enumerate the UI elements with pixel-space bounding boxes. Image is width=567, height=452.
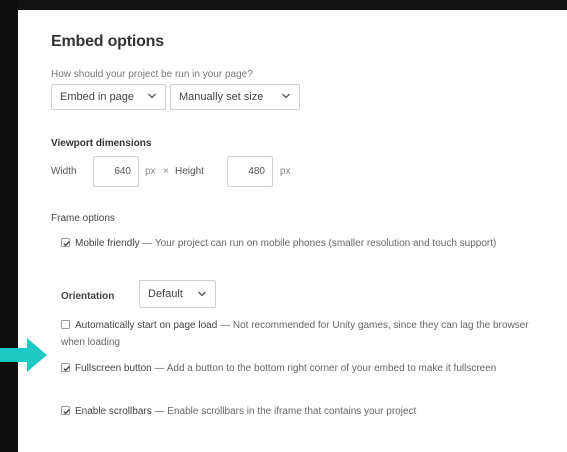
scrollbars-description: — Enable scrollbars in the iframe that c… — [151, 406, 417, 417]
width-input[interactable]: 640 — [93, 156, 139, 187]
autostart-option: Automatically start on page load — Not r… — [61, 317, 531, 351]
embed-mode-value: Embed in page — [60, 91, 134, 103]
times-symbol: × — [163, 166, 169, 177]
orientation-label: Orientation — [61, 291, 115, 302]
fullscreen-checkbox[interactable] — [61, 363, 70, 372]
height-label: Height — [175, 166, 204, 177]
frame-options-title: Frame options — [51, 213, 115, 224]
check-icon — [63, 408, 70, 415]
orientation-select[interactable]: Default — [139, 280, 216, 308]
scrollbars-label: Enable scrollbars — [75, 406, 152, 417]
mobile-friendly-checkbox[interactable] — [61, 238, 70, 247]
check-icon — [63, 240, 70, 247]
top-dark-band — [0, 0, 567, 10]
size-mode-value: Manually set size — [179, 91, 264, 103]
left-dark-band — [0, 0, 18, 452]
chevron-down-icon — [198, 291, 206, 297]
size-mode-select[interactable]: Manually set size — [170, 84, 300, 110]
scrollbars-checkbox[interactable] — [61, 406, 70, 415]
fullscreen-description: — Add a button to the bottom right corne… — [151, 363, 497, 374]
height-input[interactable]: 480 — [227, 156, 273, 187]
height-unit: px — [280, 166, 291, 177]
arrow-right-icon — [0, 338, 47, 372]
chevron-down-icon — [282, 93, 290, 99]
autostart-checkbox[interactable] — [61, 320, 70, 329]
width-label: Width — [51, 166, 77, 177]
chevron-down-icon — [148, 93, 156, 99]
width-unit: px — [145, 166, 156, 177]
embed-options-title: Embed options — [51, 33, 164, 50]
embed-mode-select[interactable]: Embed in page — [51, 84, 166, 110]
embed-question-label: How should your project be run in your p… — [51, 69, 253, 80]
mobile-friendly-option: Mobile friendly — Your project can run o… — [61, 235, 531, 252]
embed-options-panel: Embed options How should your project be… — [18, 10, 567, 452]
check-icon — [63, 365, 70, 372]
autostart-label: Automatically start on page load — [75, 320, 218, 331]
scrollbars-option: Enable scrollbars — Enable scrollbars in… — [61, 403, 531, 420]
viewport-dimensions-title: Viewport dimensions — [51, 138, 152, 149]
fullscreen-option: Fullscreen button — Add a button to the … — [61, 360, 531, 377]
mobile-friendly-label: Mobile friendly — [75, 238, 140, 249]
fullscreen-label: Fullscreen button — [75, 363, 152, 374]
mobile-friendly-description: — Your project can run on mobile phones … — [139, 238, 497, 249]
orientation-value: Default — [148, 288, 183, 300]
